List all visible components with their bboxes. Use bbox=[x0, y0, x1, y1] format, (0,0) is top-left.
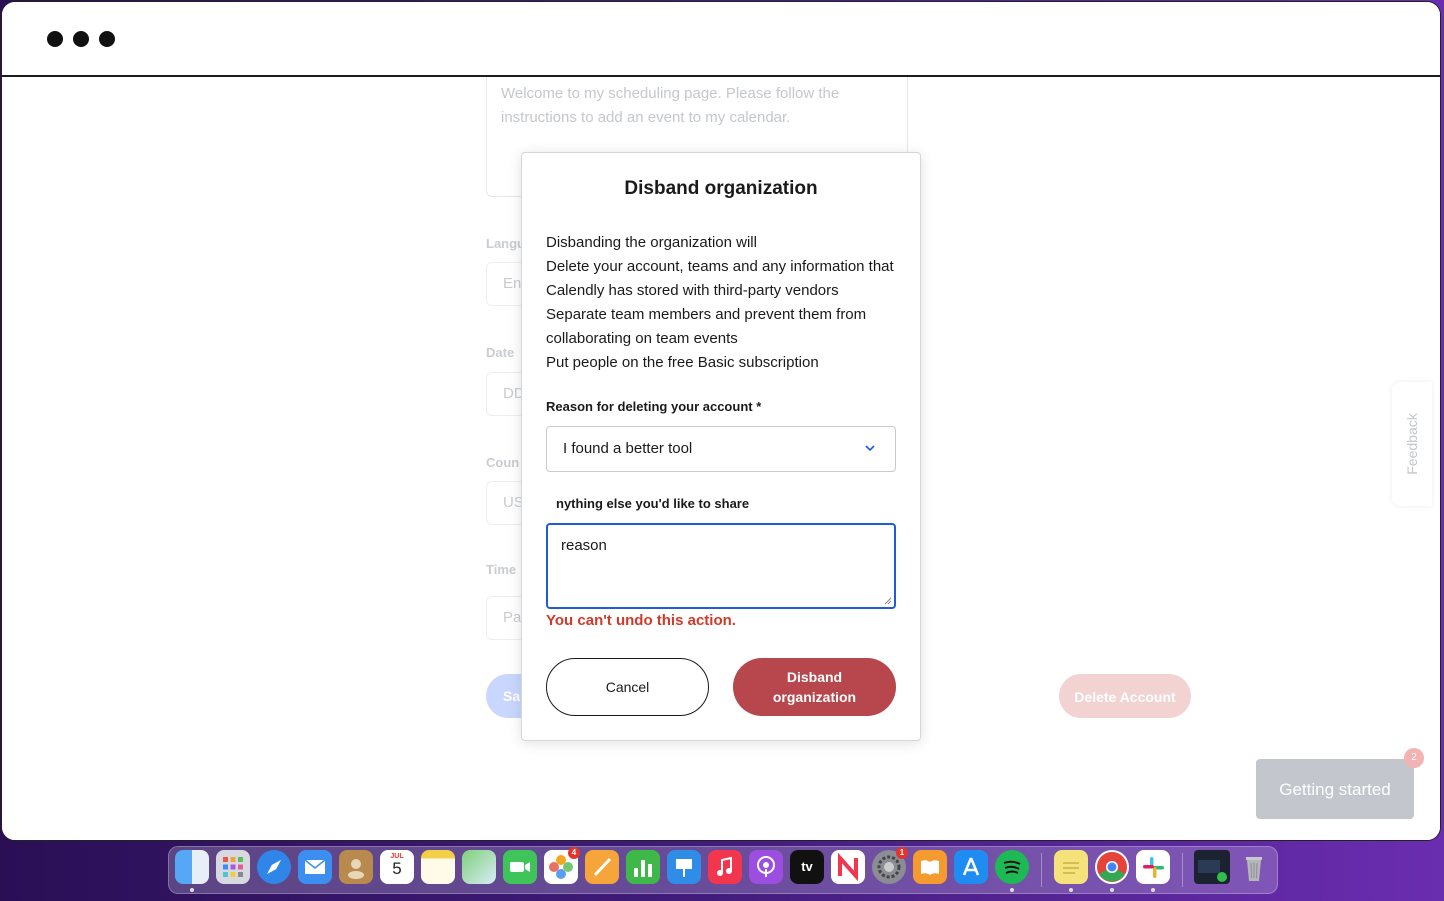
modal-body-item: Put people on the free Basic subscriptio… bbox=[546, 354, 819, 371]
bar-chart-icon bbox=[634, 860, 652, 877]
share-textarea-value: reason bbox=[561, 537, 607, 554]
modal-title: Disband organization bbox=[624, 178, 818, 199]
video-camera-icon bbox=[510, 862, 530, 872]
delete-account-button[interactable]: Delete Account bbox=[1059, 674, 1191, 718]
stickies-icon[interactable] bbox=[1054, 850, 1088, 884]
grid-icon bbox=[223, 857, 243, 877]
numbers-icon[interactable] bbox=[626, 850, 660, 884]
modal-body-intro: Disbanding the organization will bbox=[546, 234, 757, 251]
feedback-label: Feedback bbox=[1404, 413, 1420, 475]
browser-window: Welcome to my scheduling page. Please fo… bbox=[1, 1, 1441, 841]
sound-waves-icon bbox=[1003, 860, 1021, 874]
modal-body-item: Delete your account, teams and any infor… bbox=[546, 258, 894, 299]
disband-organization-modal: Disband organization Disbanding the orga… bbox=[521, 152, 921, 741]
mail-icon[interactable] bbox=[298, 850, 332, 884]
podium-icon bbox=[676, 859, 692, 877]
cancel-button[interactable]: Cancel bbox=[546, 658, 709, 716]
chrome-icon[interactable] bbox=[1095, 850, 1129, 884]
slack-logo-icon bbox=[1143, 857, 1164, 878]
minimize-window-button[interactable] bbox=[73, 31, 89, 47]
close-window-button[interactable] bbox=[47, 31, 63, 47]
person-icon bbox=[348, 859, 364, 879]
running-indicator bbox=[1151, 888, 1155, 892]
notes-icon[interactable] bbox=[421, 850, 455, 884]
getting-started-button[interactable]: Getting started bbox=[1256, 759, 1414, 819]
safari-icon[interactable] bbox=[257, 850, 291, 884]
dock: JUL 5 4 tv 1 bbox=[168, 846, 1278, 894]
modal-body: Disbanding the organization will Delete … bbox=[546, 231, 898, 375]
trash-icon[interactable] bbox=[1237, 850, 1271, 884]
warning-text: You can't undo this action. bbox=[546, 612, 736, 629]
recording-window-icon bbox=[1198, 860, 1227, 882]
reason-select-value: I found a better tool bbox=[563, 440, 693, 457]
time-zone-label: Time bbox=[486, 562, 517, 577]
language-label: Langu bbox=[486, 236, 525, 251]
compass-icon bbox=[266, 859, 282, 875]
tv-label: tv bbox=[801, 859, 813, 874]
contacts-icon[interactable] bbox=[339, 850, 373, 884]
app-store-icon[interactable] bbox=[954, 850, 988, 884]
app-store-a-icon bbox=[962, 857, 980, 876]
running-indicator bbox=[1010, 888, 1014, 892]
maps-icon[interactable] bbox=[462, 850, 496, 884]
share-label: nything else you'd like to share bbox=[556, 496, 750, 511]
calendar-day: 5 bbox=[392, 859, 402, 878]
open-book-icon bbox=[921, 860, 939, 875]
launchpad-icon[interactable] bbox=[216, 850, 250, 884]
calendar-icon[interactable]: JUL 5 bbox=[380, 850, 414, 884]
trash-can-icon bbox=[1246, 857, 1262, 881]
podcasts-icon[interactable] bbox=[749, 850, 783, 884]
running-indicator bbox=[1110, 888, 1114, 892]
welcome-message-text: Welcome to my scheduling page. Please fo… bbox=[501, 85, 840, 126]
chevron-down-icon bbox=[865, 445, 875, 452]
chrome-logo-icon bbox=[1097, 852, 1127, 882]
country-label: Coun bbox=[486, 455, 520, 470]
getting-started-badge: 2 bbox=[1404, 748, 1424, 768]
share-textarea[interactable]: reason bbox=[546, 523, 896, 609]
spotify-icon[interactable] bbox=[995, 850, 1029, 884]
running-indicator bbox=[1069, 888, 1073, 892]
settings-badge: 1 bbox=[896, 847, 908, 859]
pen-icon bbox=[593, 857, 612, 877]
photos-badge: 4 bbox=[568, 847, 580, 859]
facetime-icon[interactable] bbox=[503, 850, 537, 884]
system-settings-icon[interactable]: 1 bbox=[872, 847, 908, 884]
photos-icon[interactable]: 4 bbox=[544, 847, 580, 884]
newspaper-icon bbox=[838, 852, 858, 882]
books-icon[interactable] bbox=[913, 850, 947, 884]
modal-body-item: Separate team members and prevent them f… bbox=[546, 306, 867, 347]
music-icon[interactable] bbox=[708, 850, 742, 884]
pages-icon[interactable] bbox=[585, 850, 619, 884]
date-format-label: Date bbox=[486, 345, 515, 360]
envelope-icon bbox=[304, 859, 326, 874]
news-icon[interactable] bbox=[831, 850, 865, 884]
title-bar bbox=[2, 2, 1440, 77]
dock-separator bbox=[1182, 853, 1183, 887]
feedback-tab[interactable]: Feedback bbox=[1392, 382, 1432, 506]
finder-icon[interactable] bbox=[175, 850, 209, 884]
reason-select[interactable]: I found a better tool bbox=[546, 426, 896, 472]
reason-label: Reason for deleting your account * bbox=[546, 399, 762, 414]
zoom-window-button[interactable] bbox=[99, 31, 115, 47]
apple-tv-icon[interactable]: tv bbox=[790, 850, 824, 884]
broadcast-icon bbox=[757, 856, 775, 877]
resize-handle-icon[interactable] bbox=[884, 597, 892, 605]
sticky-note-icon bbox=[1063, 862, 1079, 874]
keynote-icon[interactable] bbox=[667, 850, 701, 884]
running-indicator bbox=[190, 888, 194, 892]
screen-recording-icon[interactable] bbox=[1194, 850, 1230, 884]
disband-organization-button[interactable]: Disband organization bbox=[733, 658, 896, 716]
dock-separator bbox=[1041, 853, 1042, 887]
page-content: Welcome to my scheduling page. Please fo… bbox=[2, 67, 1440, 840]
music-note-icon bbox=[717, 856, 732, 876]
slack-icon[interactable] bbox=[1136, 850, 1170, 884]
